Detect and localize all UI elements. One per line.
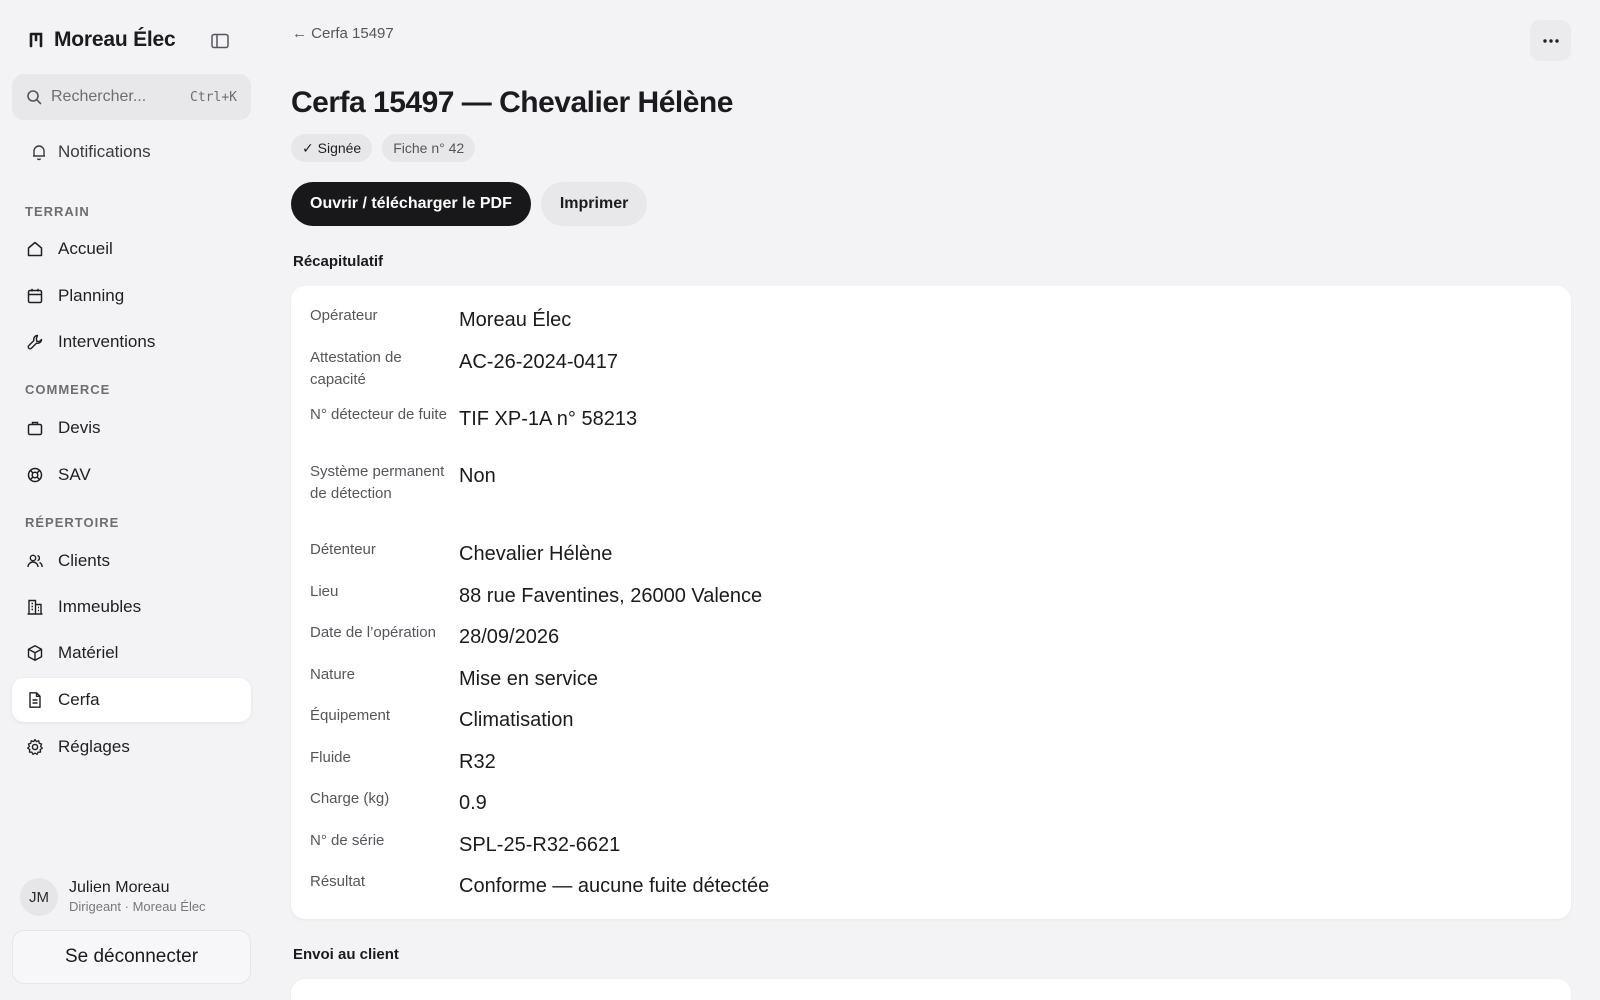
home-icon: [27, 241, 43, 257]
summary-label: N° détecteur de fuite: [310, 406, 447, 423]
summary-label: Lieu: [310, 583, 339, 600]
summary-label: N° de série: [310, 832, 385, 849]
summary-label: Fluide: [310, 749, 351, 766]
sidebar-item-clients[interactable]: Clients: [12, 539, 251, 583]
sidebar-item-sav[interactable]: SAV: [12, 453, 251, 497]
notifications-link[interactable]: Notifications: [30, 142, 151, 162]
user-role: Dirigeant · Moreau Élec: [69, 899, 206, 914]
print-button[interactable]: Imprimer: [540, 182, 648, 226]
summary-value: Mise en service: [459, 668, 598, 690]
back-link[interactable]: ← Cerfa 15497: [292, 25, 394, 42]
sidebar-item-label: Interventions: [58, 332, 156, 351]
user-name: Julien Moreau: [69, 879, 170, 896]
page-title: Cerfa 15497 — Chevalier Hélène: [291, 86, 733, 119]
sidebar-item-reglages[interactable]: Réglages: [12, 725, 251, 769]
summary-title: Récapitulatif: [293, 253, 384, 270]
gear-icon: [27, 738, 43, 756]
summary-label: Résultat: [310, 873, 366, 890]
sidebar-item-cerfa[interactable]: Cerfa: [12, 678, 251, 722]
sidebar-item-label: Matériel: [58, 643, 119, 662]
bell-icon: [33, 145, 45, 161]
sidebar-item-interventions[interactable]: Interventions: [12, 320, 251, 364]
calendar-icon: [27, 288, 43, 304]
users-icon: [27, 554, 43, 568]
more-options-button[interactable]: [1530, 20, 1571, 61]
search-icon: [27, 90, 42, 105]
sidebar-item-materiel[interactable]: Matériel: [12, 631, 251, 675]
building-icon: [27, 599, 43, 615]
sidebar-item-label: Accueil: [58, 239, 113, 258]
summary-value: Non: [459, 465, 496, 487]
summary-label: Équipement: [310, 707, 391, 724]
search-placeholder: Rechercher...: [51, 88, 147, 105]
sidebar-toggle-button[interactable]: [209, 31, 231, 51]
summary-value: Moreau Élec: [459, 309, 572, 331]
summary-value: Chevalier Hélène: [459, 543, 613, 565]
sidebar-item-label: Clients: [58, 551, 110, 570]
send-card: [291, 979, 1571, 1000]
logout-button[interactable]: Se déconnecter: [12, 930, 251, 984]
sidebar-item-devis[interactable]: Devis: [12, 406, 251, 450]
wrench-icon: [27, 334, 43, 350]
send-title: Envoi au client: [293, 946, 399, 963]
summary-label: Détenteur: [310, 541, 376, 558]
sidebar-item-immeubles[interactable]: Immeubles: [12, 585, 251, 629]
summary-label: Charge (kg): [310, 790, 390, 807]
sidebar-panel-icon: [211, 33, 229, 49]
summary-value: 0.9: [459, 792, 487, 814]
summary-label: Système permanent de détection: [310, 463, 445, 502]
avatar: JM: [20, 878, 58, 916]
summary-value: Conforme — aucune fuite détectée: [459, 875, 770, 897]
package-icon: [27, 645, 43, 661]
summary-value: 28/09/2026: [459, 626, 560, 648]
summary-label: Nature: [310, 666, 356, 683]
summary-value: SPL-25-R32-6621: [459, 834, 621, 856]
actions: Ouvrir / télécharger le PDF Imprimer: [291, 182, 648, 226]
section-commerce: COMMERCE: [25, 382, 111, 397]
sidebar-item-label: Devis: [58, 418, 101, 437]
sidebar-item-label: Planning: [58, 286, 125, 305]
section-terrain: TERRAIN: [25, 204, 90, 219]
sidebar-item-label: Réglages: [58, 737, 130, 756]
search-shortcut: Ctrl+K: [190, 89, 237, 105]
sidebar-item-planning[interactable]: Planning: [12, 274, 251, 318]
badges: ✓ Signée Fiche n° 42: [291, 134, 485, 162]
brand-logo-icon: [29, 32, 43, 48]
open-pdf-button[interactable]: Ouvrir / télécharger le PDF: [291, 182, 531, 226]
sidebar-item-label: Immeubles: [58, 597, 142, 616]
sidebar-item-label: Cerfa: [58, 690, 100, 709]
sidebar-item-accueil[interactable]: Accueil: [12, 227, 251, 271]
summary-value: TIF XP-1A n° 58213: [459, 408, 638, 430]
search-input[interactable]: Rechercher... Ctrl+K: [12, 74, 251, 120]
summary-value: AC-26-2024-0417: [459, 351, 618, 373]
notifications-label: Notifications: [58, 142, 151, 161]
sidebar-item-label: SAV: [58, 465, 91, 484]
summary-label: Opérateur: [310, 307, 378, 324]
summary-card: Opérateur Moreau Élec Attestation de cap…: [291, 286, 1571, 919]
user-profile[interactable]: JM Julien Moreau Dirigeant · Moreau Élec: [20, 878, 206, 916]
briefcase-icon: [27, 421, 43, 436]
fiche-badge: Fiche n° 42: [382, 134, 476, 162]
document-icon: [29, 692, 41, 708]
lifebuoy-icon: [27, 467, 43, 483]
brand[interactable]: Moreau Élec: [28, 28, 176, 52]
summary-value: Climatisation: [459, 709, 574, 731]
summary-label: Date de l’opération: [310, 624, 436, 641]
section-repertoire: RÉPERTOIRE: [25, 515, 120, 530]
summary-value: 88 rue Faventines, 26000 Valence: [459, 585, 763, 607]
brand-name: Moreau Élec: [54, 28, 176, 51]
summary-value: R32: [459, 751, 496, 773]
more-horizontal-icon: [1542, 38, 1559, 43]
status-badge: ✓ Signée: [291, 134, 373, 162]
sidebar: Moreau Élec Rechercher... Ctrl+K Notific…: [0, 0, 262, 1000]
summary-label: Attestation de capacité: [310, 349, 402, 388]
